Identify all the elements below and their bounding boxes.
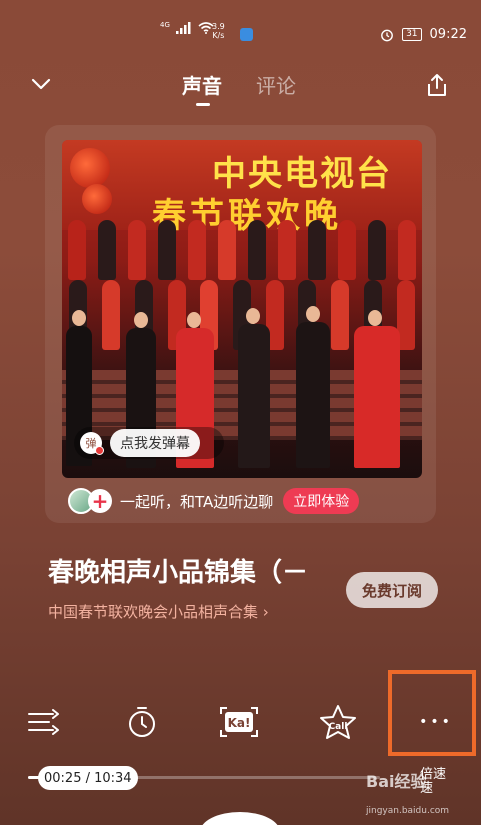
network-type: 4G xyxy=(160,21,170,29)
status-bar: 4G 3.9 K/s 31 09:22 xyxy=(0,0,481,42)
karaoke-button[interactable]: Ka! xyxy=(219,700,259,744)
progress-thumb[interactable]: 00:25 / 10:34 xyxy=(38,766,138,790)
call-label: Call xyxy=(329,722,348,732)
host-figure xyxy=(354,326,400,468)
signal-group: 4G xyxy=(160,21,214,34)
chevron-down-icon[interactable] xyxy=(30,76,52,92)
net-speed-unit: K/s xyxy=(212,31,225,40)
host-figure xyxy=(296,322,330,468)
play-button-edge[interactable] xyxy=(200,812,280,825)
playlist-icon xyxy=(28,709,59,735)
share-icon[interactable] xyxy=(425,72,449,98)
track-title: 春晚相声小品锦集（－ xyxy=(48,558,309,588)
tab-sound[interactable]: 声音 xyxy=(182,70,222,99)
playback-speed-button[interactable]: 倍速 速 xyxy=(420,768,446,796)
album-link[interactable]: 中国春节联欢晚会小品相声合集 › xyxy=(48,601,269,622)
star-call-icon: Call xyxy=(320,705,356,739)
cover-banner: 中央电视台 春节联欢晚 xyxy=(62,140,422,236)
karaoke-label: Ka! xyxy=(228,716,251,730)
choir-row xyxy=(62,220,422,280)
listen-together-text: 一起听，和TA边听边聊 xyxy=(120,492,274,511)
timer-button[interactable] xyxy=(122,700,162,744)
try-now-button[interactable]: 立即体验 xyxy=(283,488,360,514)
alarm-icon xyxy=(381,29,393,41)
top-nav: 声音 评论 xyxy=(0,66,481,106)
net-speed: 3.9 K/s xyxy=(212,22,225,40)
net-speed-value: 3.9 xyxy=(212,22,225,31)
watermark-logo: Bai经验 xyxy=(366,772,427,791)
notification-app-icon xyxy=(240,28,253,41)
karaoke-icon: Ka! xyxy=(220,707,258,737)
danmu-label: 点我发弹幕 xyxy=(110,429,200,457)
lantern-decoration xyxy=(70,148,110,188)
chevron-right-icon: › xyxy=(262,603,269,621)
album-name: 中国春节联欢晚会小品相声合集 xyxy=(48,603,259,621)
speed-label-2: 速 xyxy=(420,781,434,796)
plus-icon[interactable]: + xyxy=(88,489,112,513)
highlight-box xyxy=(388,670,476,756)
battery-indicator: 31 xyxy=(402,28,422,41)
timer-icon xyxy=(129,707,155,737)
signal-icon xyxy=(175,22,191,34)
tab-comments[interactable]: 评论 xyxy=(256,70,296,99)
host-figure xyxy=(238,324,270,468)
danmu-button[interactable]: 弹 点我发弹幕 xyxy=(74,427,224,459)
status-right: 31 09:22 xyxy=(380,27,467,42)
playlist-button[interactable] xyxy=(24,700,64,744)
listen-together-row[interactable]: + 一起听，和TA边听边聊 立即体验 xyxy=(68,488,360,514)
danmu-icon: 弹 xyxy=(80,432,104,455)
call-button[interactable]: Call xyxy=(318,700,358,744)
speed-label: 倍速 xyxy=(420,767,447,782)
watermark-url: jingyan.baidu.com xyxy=(366,806,450,816)
lantern-decoration xyxy=(82,184,112,214)
clock: 09:22 xyxy=(429,27,467,42)
subscribe-button[interactable]: 免费订阅 xyxy=(346,572,438,608)
tab-active-indicator xyxy=(196,103,210,106)
